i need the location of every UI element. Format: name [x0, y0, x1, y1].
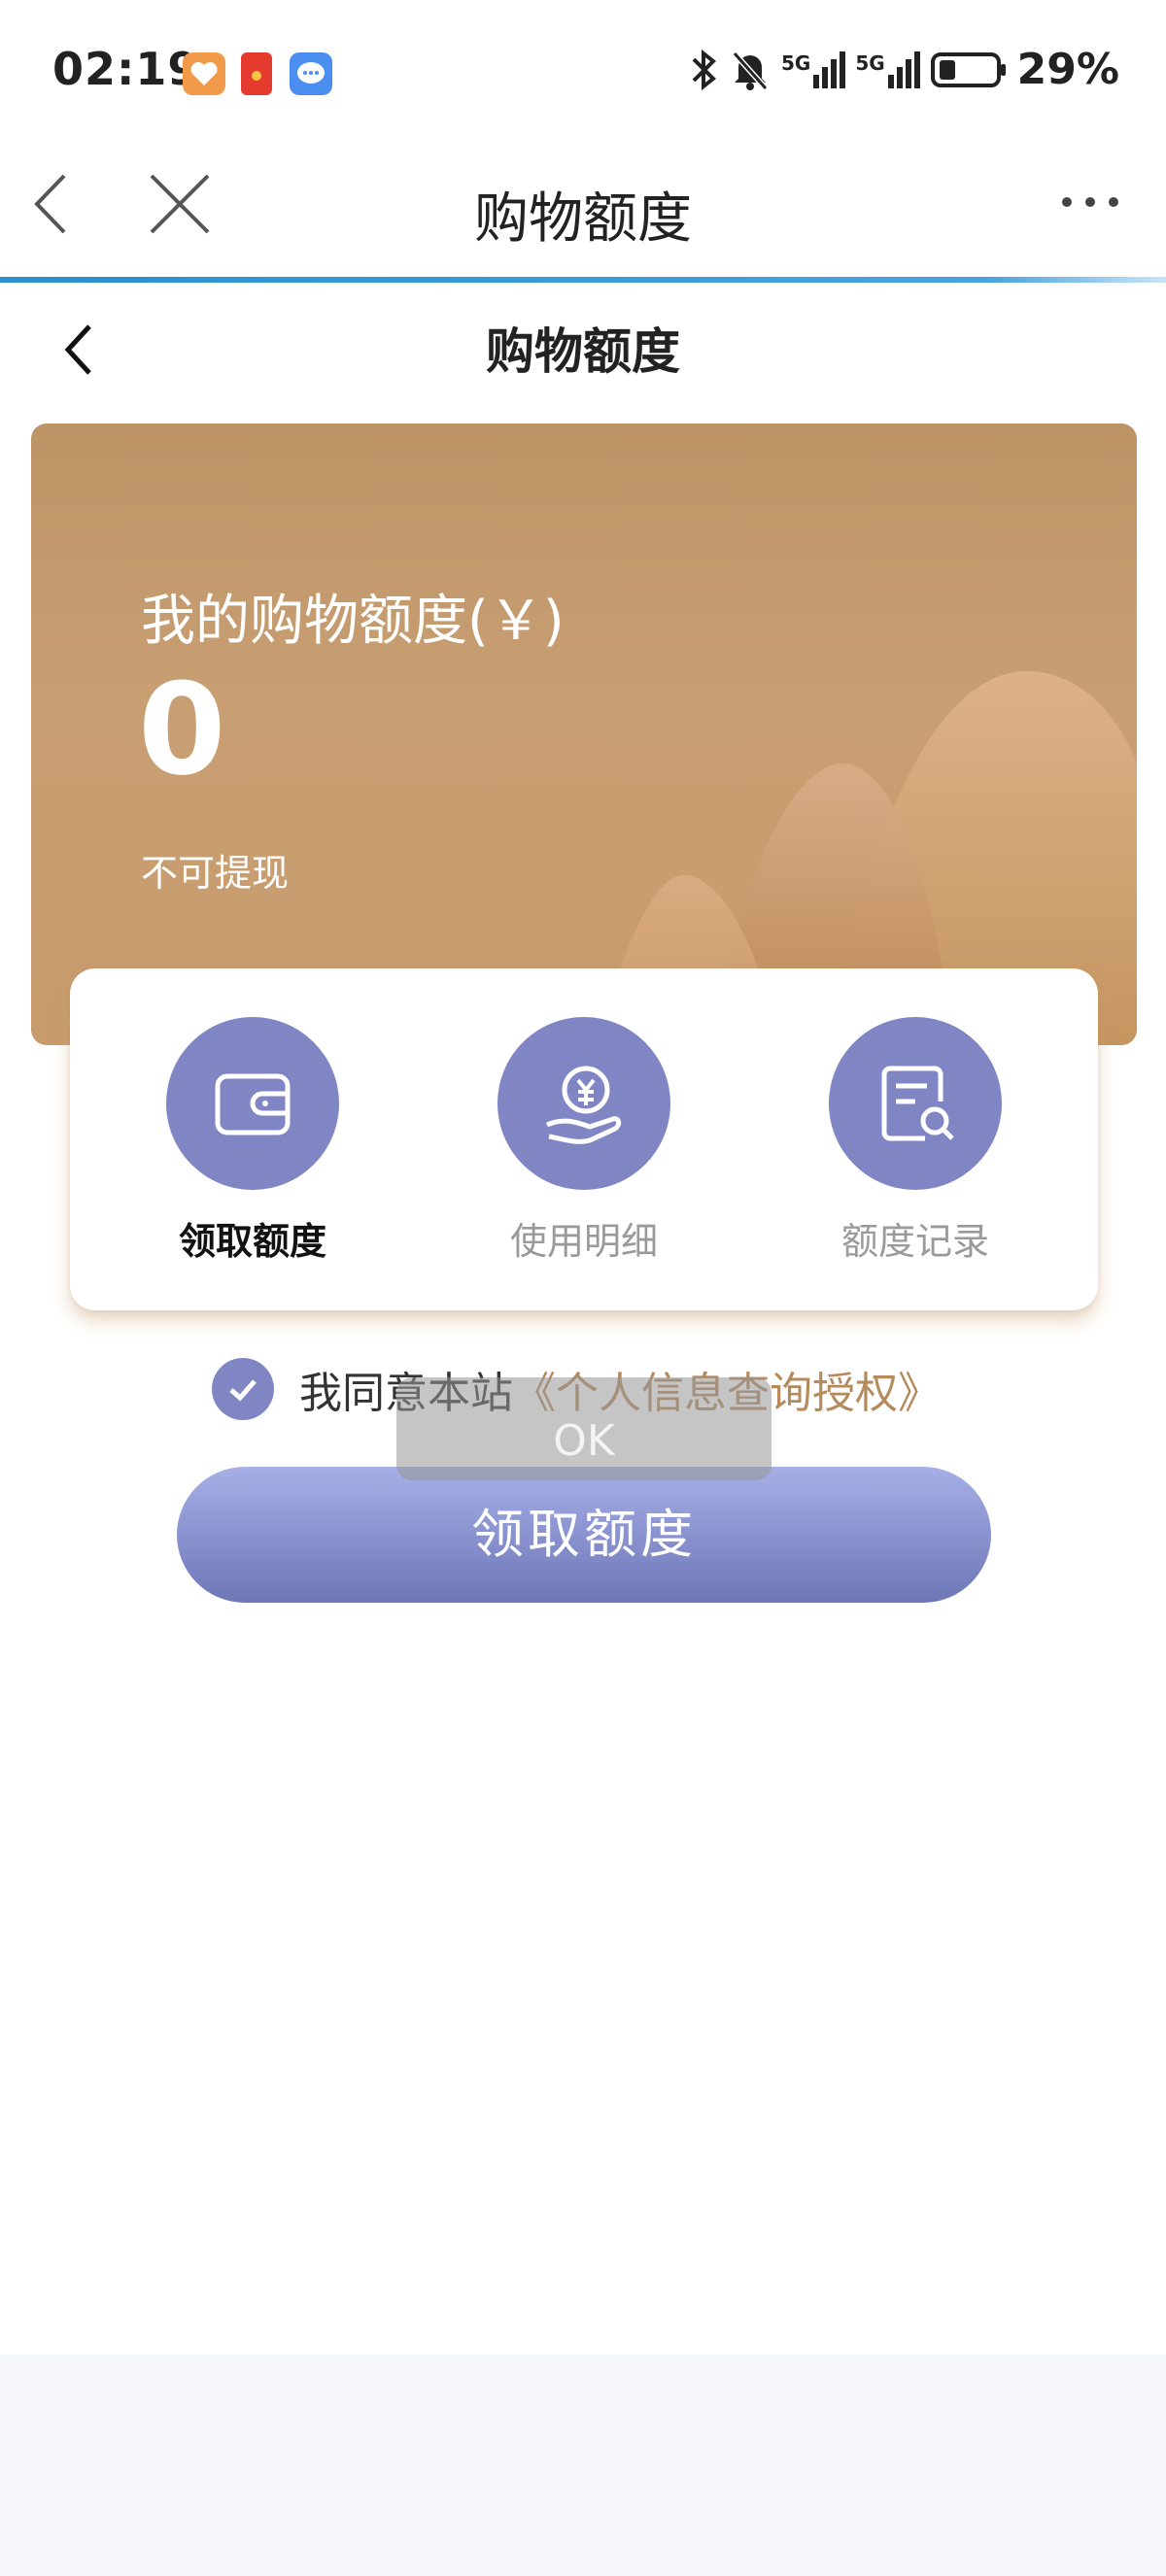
action-label: 额度记录: [840, 1220, 989, 1263]
red-packet-notification-icon: [241, 52, 272, 95]
bluetooth-icon: [692, 49, 716, 90]
network-label-1: 5G: [780, 51, 811, 75]
action-circle: [166, 1017, 339, 1190]
yuan-hand-icon: [545, 1066, 622, 1144]
action-quota-records[interactable]: 额度记录: [799, 1017, 1032, 1265]
network-label-2: 5G: [855, 51, 885, 75]
toast-message: OK: [396, 1377, 772, 1480]
document-search-icon: [881, 1066, 954, 1141]
status-indicators: 5G 5G 29%: [688, 45, 1119, 94]
quota-card: 我的购物额度(￥) 0 不可提现: [31, 424, 1137, 1045]
close-icon[interactable]: [146, 170, 214, 238]
battery-percent: 29%: [1016, 45, 1119, 94]
signal-5g-icon: 5G: [780, 51, 846, 88]
action-label: 领取额度: [178, 1220, 326, 1263]
signal-5g-icon-2: 5G: [855, 51, 920, 88]
agreement-checkbox[interactable]: [212, 1358, 274, 1420]
mute-bell-icon: [732, 51, 769, 90]
quota-label: 我的购物额度(￥): [141, 590, 565, 653]
message-notification-icon: [290, 52, 332, 95]
action-panel: 领取额度 使用明细 额度记录: [70, 968, 1098, 1310]
status-bar: 02:19 5G 5G 29%: [0, 0, 1166, 146]
bottom-area: [0, 2355, 1166, 2576]
action-usage-details[interactable]: 使用明细: [467, 1017, 701, 1265]
page-header: 购物额度: [0, 291, 1166, 398]
page-load-indicator: [0, 277, 1166, 283]
status-time: 02:19: [52, 43, 200, 95]
battery-icon: [930, 51, 1006, 87]
quota-value: 0: [138, 656, 226, 803]
page-title: 购物额度: [486, 323, 680, 380]
action-circle: [497, 1017, 670, 1190]
quota-note: 不可提现: [141, 852, 290, 895]
checkmark-icon: [229, 1379, 257, 1402]
action-label: 使用明细: [509, 1220, 658, 1263]
more-options-icon[interactable]: [1059, 190, 1121, 214]
back-arrow-icon[interactable]: [27, 170, 76, 238]
action-circle: [829, 1017, 1002, 1190]
heart-app-notification-icon: [183, 52, 225, 95]
action-claim-quota[interactable]: 领取额度: [136, 1017, 369, 1265]
wallet-icon: [215, 1073, 291, 1135]
